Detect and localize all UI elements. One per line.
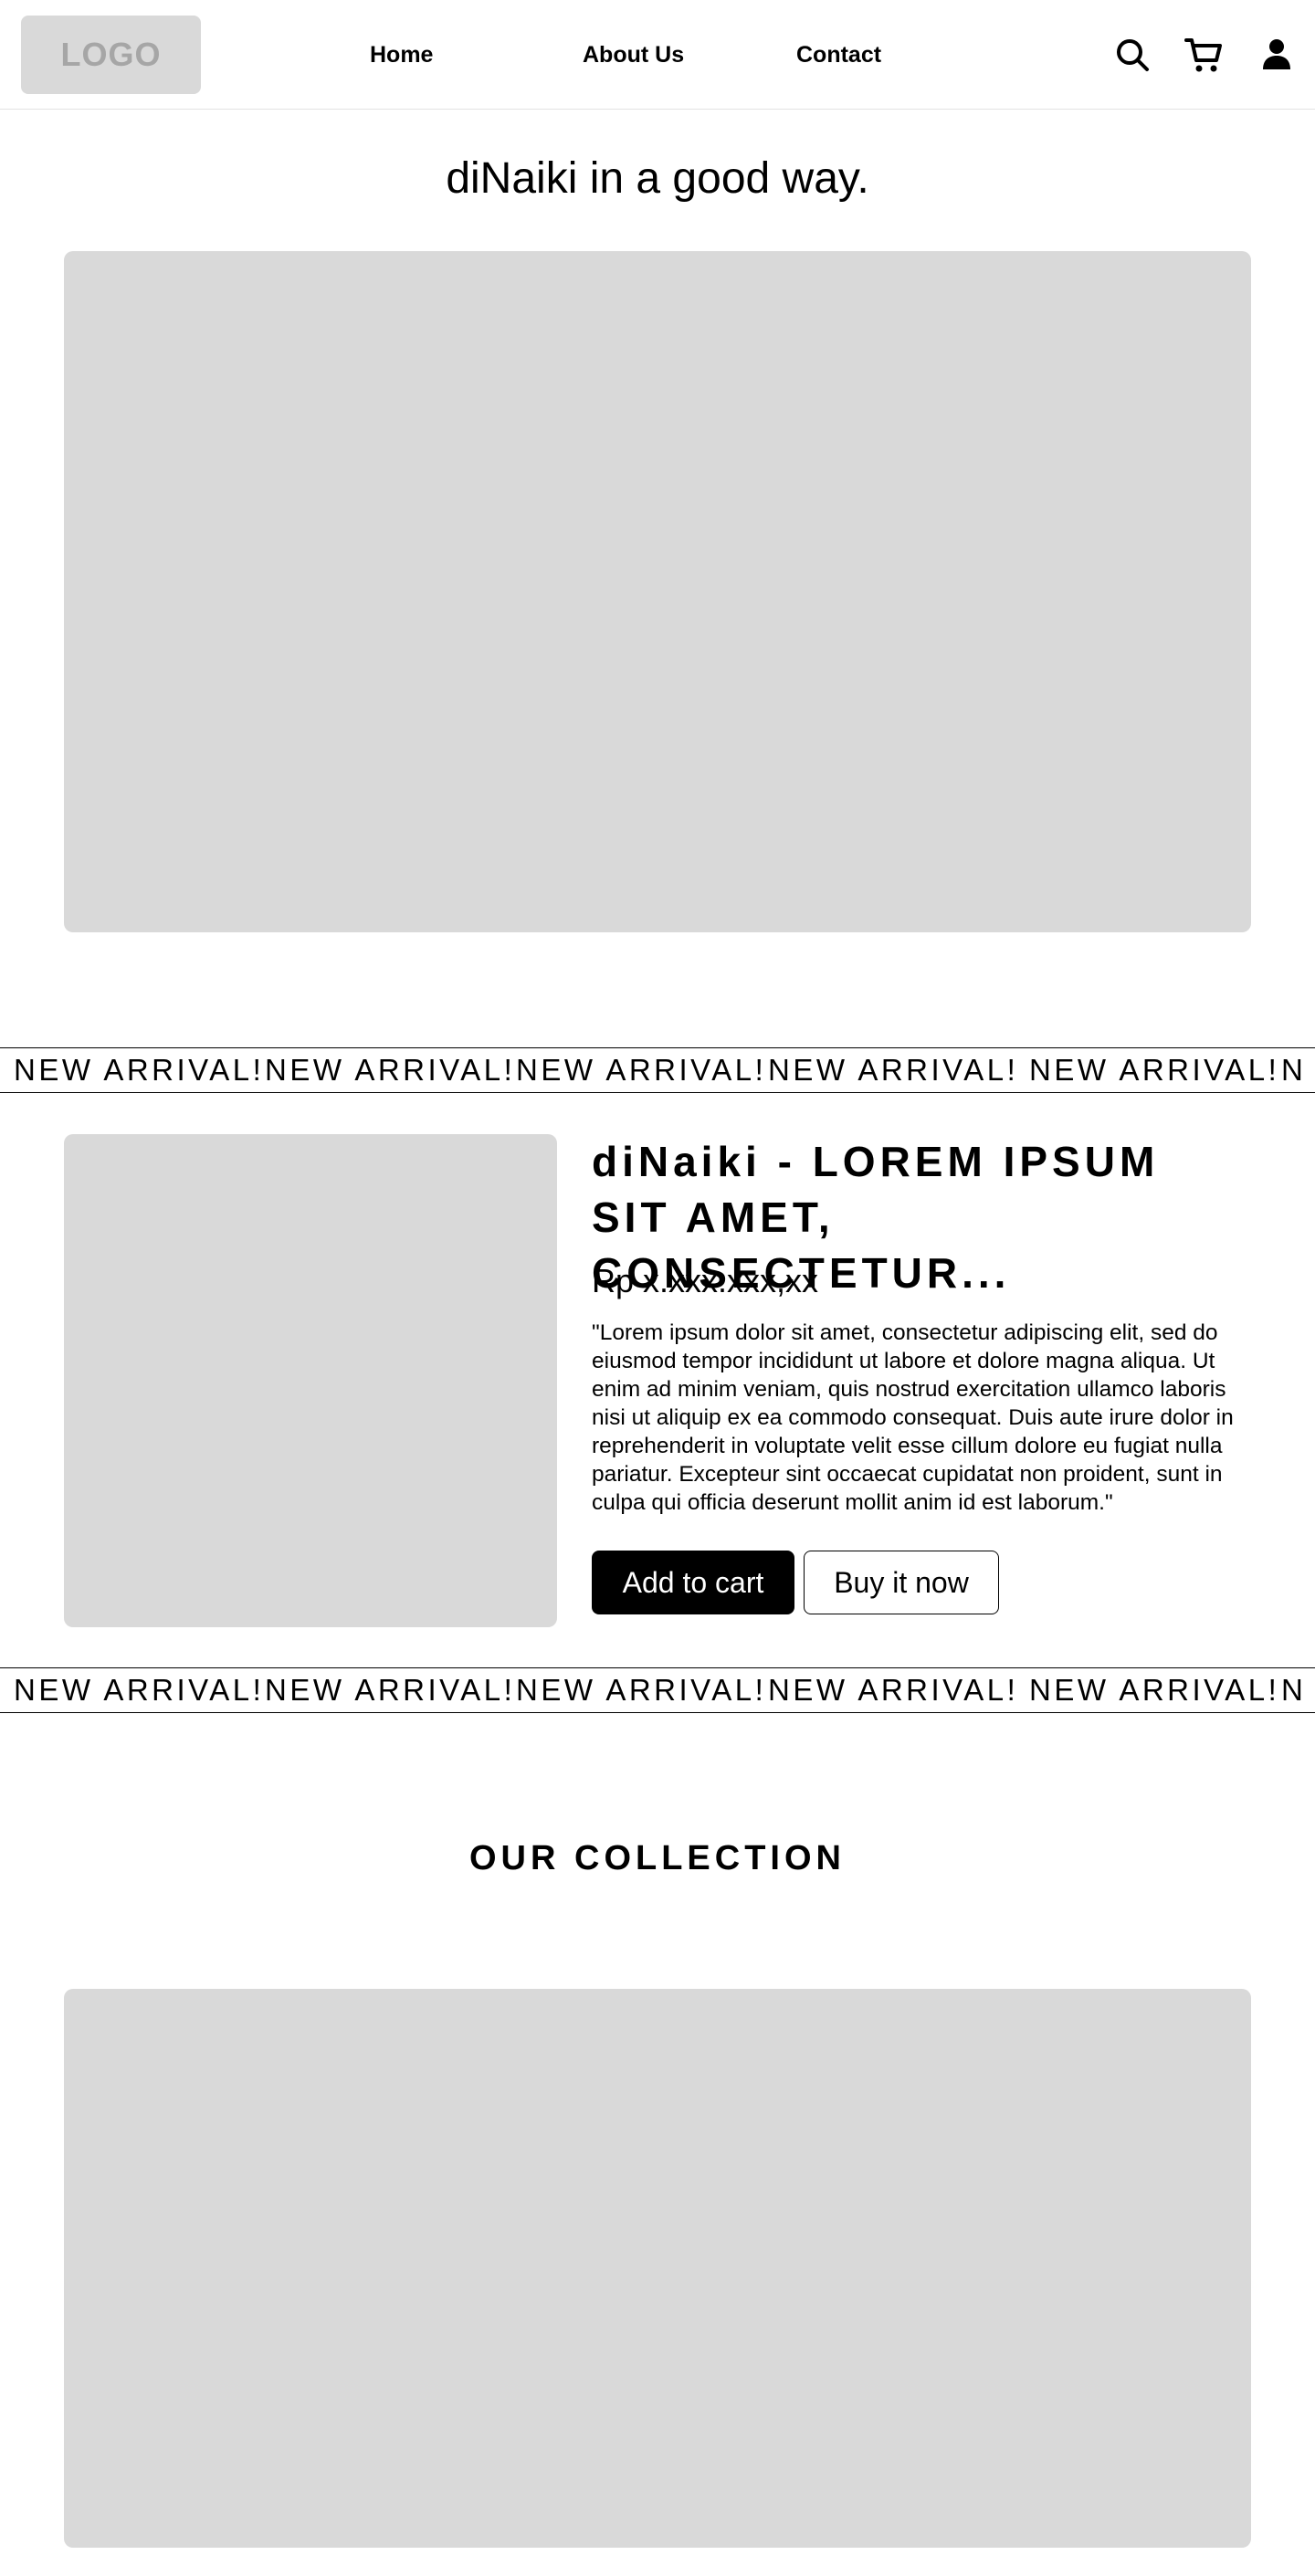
marquee-item: N — [1281, 1673, 1307, 1707]
user-icon[interactable] — [1255, 33, 1299, 77]
marquee-item: NEW ARRIVAL! — [265, 1673, 516, 1707]
buy-now-button[interactable]: Buy it now — [804, 1551, 999, 1614]
cart-icon[interactable] — [1183, 33, 1226, 77]
marquee-item: NEW ARRIVAL! — [768, 1673, 1019, 1707]
new-arrival-marquee: NEW ARRIVAL! NEW ARRIVAL! NEW ARRIVAL! N… — [0, 1667, 1315, 1713]
collection-image-placeholder — [64, 1989, 1251, 2548]
nav-home-link[interactable]: Home — [370, 38, 433, 71]
nav-contact-link[interactable]: Contact — [796, 38, 881, 71]
marquee-item: NEW ARRIVAL! — [14, 1673, 265, 1707]
product-image-placeholder — [64, 1134, 557, 1627]
marquee-item: N — [1281, 1053, 1307, 1087]
product-title-line: diNaiki - LOREM IPSUM — [592, 1138, 1160, 1185]
marquee-item: NEW ARRIVAL! — [1029, 1053, 1280, 1087]
hero-title: diNaiki in a good way. — [446, 154, 869, 203]
collection-title: OUR COLLECTION — [469, 1839, 846, 1877]
marquee-item: NEW ARRIVAL! — [516, 1673, 767, 1707]
product-price: Rp x.xxx.xxx,xx — [592, 1262, 819, 1299]
marquee-item: NEW ARRIVAL! — [768, 1053, 1019, 1087]
hero-image-placeholder — [64, 251, 1251, 932]
add-to-cart-button[interactable]: Add to cart — [592, 1551, 794, 1614]
logo[interactable]: LOGO — [21, 16, 201, 94]
marquee-item: NEW ARRIVAL! — [265, 1053, 516, 1087]
marquee-item: NEW ARRIVAL! — [1029, 1673, 1280, 1707]
marquee-item: NEW ARRIVAL! — [516, 1053, 767, 1087]
site-header: LOGO Home About Us Contact — [0, 0, 1315, 110]
product-description: "Lorem ipsum dolor sit amet, consectetur… — [592, 1320, 1234, 1515]
nav-about-link[interactable]: About Us — [583, 38, 684, 71]
search-icon[interactable] — [1110, 33, 1154, 77]
new-arrival-marquee: NEW ARRIVAL! NEW ARRIVAL! NEW ARRIVAL! N… — [0, 1047, 1315, 1093]
marquee-item: NEW ARRIVAL! — [14, 1053, 265, 1087]
